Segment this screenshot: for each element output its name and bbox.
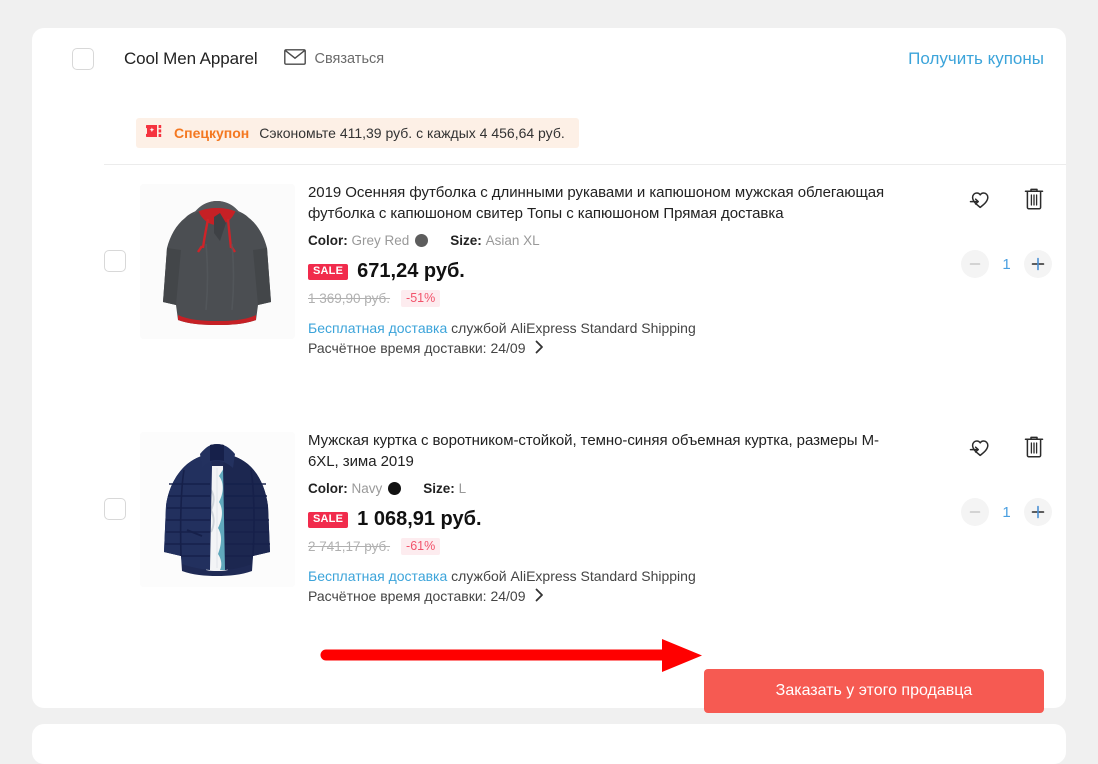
delivery-eta-label: Расчётное время доставки: 24/09 — [308, 340, 526, 356]
next-store-card — [32, 724, 1066, 764]
quantity-stepper: 1 — [961, 498, 1052, 526]
size-label: Size: — [423, 481, 455, 496]
cart-item-row: 2019 Осенняя футболка с длинными рукавам… — [32, 170, 1066, 418]
free-shipping-label: Бесплатная доставка — [308, 319, 448, 336]
minus-icon — [969, 263, 981, 265]
delivery-eta-row[interactable]: Расчётное время доставки: 24/09 — [308, 340, 908, 357]
store-header: Cool Men Apparel Связаться Получить купо… — [32, 28, 1066, 90]
color-swatch — [388, 482, 402, 495]
delivery-eta-label: Расчётное время доставки: 24/09 — [308, 588, 526, 604]
special-coupon-banner[interactable]: Спецкупон Сэкономьте 411,39 руб. с кажды… — [136, 118, 579, 148]
header-divider — [104, 164, 1066, 165]
product-thumbnail[interactable] — [140, 184, 295, 339]
discount-badge: -51% — [401, 290, 441, 307]
move-to-wishlist-button[interactable] — [968, 186, 992, 212]
chevron-right-icon — [535, 340, 544, 357]
size-value: Asian XL — [485, 233, 540, 248]
product-info: Мужская куртка с воротником-стойкой, тем… — [308, 430, 908, 605]
shipping-line: Бесплатная доставка службой AliExpress S… — [308, 320, 908, 336]
quantity-value[interactable]: 1 — [989, 256, 1024, 273]
current-price-line: SALE 671,24 руб. — [308, 260, 908, 283]
current-price-line: SALE 1 068,91 руб. — [308, 508, 908, 531]
item-actions — [968, 434, 1046, 460]
quantity-decrease-button[interactable] — [961, 498, 989, 526]
contact-seller-button[interactable]: Связаться — [283, 48, 385, 70]
old-price-line: 1 369,90 руб. -51% — [308, 290, 908, 307]
product-thumbnail[interactable] — [140, 432, 295, 587]
current-price: 671,24 руб. — [357, 260, 465, 282]
heart-move-icon — [969, 192, 989, 209]
quantity-decrease-button[interactable] — [961, 250, 989, 278]
quantity-stepper: 1 — [961, 250, 1052, 278]
color-value: Grey Red — [351, 233, 410, 248]
item-actions — [968, 186, 1046, 212]
product-title[interactable]: Мужская куртка с воротником-стойкой, тем… — [308, 430, 908, 472]
item-select-checkbox[interactable] — [104, 250, 126, 272]
sale-badge: SALE — [308, 511, 349, 528]
store-cart-card: Cool Men Apparel Связаться Получить купо… — [32, 28, 1066, 713]
discount-badge: -61% — [401, 538, 441, 555]
envelope-icon — [283, 48, 306, 70]
old-price-line: 2 741,17 руб. -61% — [308, 538, 908, 555]
product-attributes: Color: Navy Size: L — [308, 481, 908, 496]
plus-icon — [1031, 257, 1045, 271]
quantity-increase-button[interactable] — [1024, 498, 1052, 526]
shipping-carrier: службой AliExpress Standard Shipping — [451, 567, 696, 584]
store-name[interactable]: Cool Men Apparel — [124, 49, 258, 69]
shipping-carrier: службой AliExpress Standard Shipping — [451, 319, 696, 336]
quantity-value[interactable]: 1 — [989, 504, 1024, 521]
trash-icon — [1024, 436, 1044, 458]
color-label: Color: — [308, 481, 348, 496]
product-title[interactable]: 2019 Осенняя футболка с длинными рукавам… — [308, 182, 908, 224]
product-attributes: Color: Grey Red Size: Asian XL — [308, 233, 908, 248]
cart-item-row: Мужская куртка с воротником-стойкой, тем… — [32, 418, 1066, 640]
delete-item-button[interactable] — [1022, 434, 1046, 460]
move-to-wishlist-button[interactable] — [968, 434, 992, 460]
coupon-description: Сэкономьте 411,39 руб. с каждых 4 456,64… — [259, 125, 565, 141]
item-select-checkbox[interactable] — [104, 498, 126, 520]
heart-move-icon — [969, 440, 989, 457]
plus-icon — [1031, 505, 1045, 519]
shipping-line: Бесплатная доставка службой AliExpress S… — [308, 568, 908, 584]
store-select-checkbox[interactable] — [72, 48, 94, 70]
sale-badge: SALE — [308, 263, 349, 280]
color-label: Color: — [308, 233, 348, 248]
trash-icon — [1024, 188, 1044, 210]
original-price: 2 741,17 руб. — [308, 538, 391, 554]
size-value: L — [458, 481, 467, 496]
color-value: Navy — [351, 481, 383, 496]
original-price: 1 369,90 руб. — [308, 290, 391, 306]
free-shipping-label: Бесплатная доставка — [308, 567, 448, 584]
delivery-eta-row[interactable]: Расчётное время доставки: 24/09 — [308, 588, 908, 605]
coupon-kind-label: Спецкупон — [174, 125, 250, 141]
order-from-seller-button[interactable]: Заказать у этого продавца — [704, 669, 1044, 713]
get-coupons-link[interactable]: Получить купоны — [908, 49, 1044, 69]
coupon-ticket-icon — [145, 124, 166, 143]
minus-icon — [969, 511, 981, 513]
size-label: Size: — [450, 233, 482, 248]
chevron-right-icon — [535, 588, 544, 605]
color-swatch — [415, 234, 429, 247]
delete-item-button[interactable] — [1022, 186, 1046, 212]
product-info: 2019 Осенняя футболка с длинными рукавам… — [308, 182, 908, 357]
contact-seller-label: Связаться — [314, 51, 385, 67]
quantity-increase-button[interactable] — [1024, 250, 1052, 278]
current-price: 1 068,91 руб. — [357, 508, 482, 530]
